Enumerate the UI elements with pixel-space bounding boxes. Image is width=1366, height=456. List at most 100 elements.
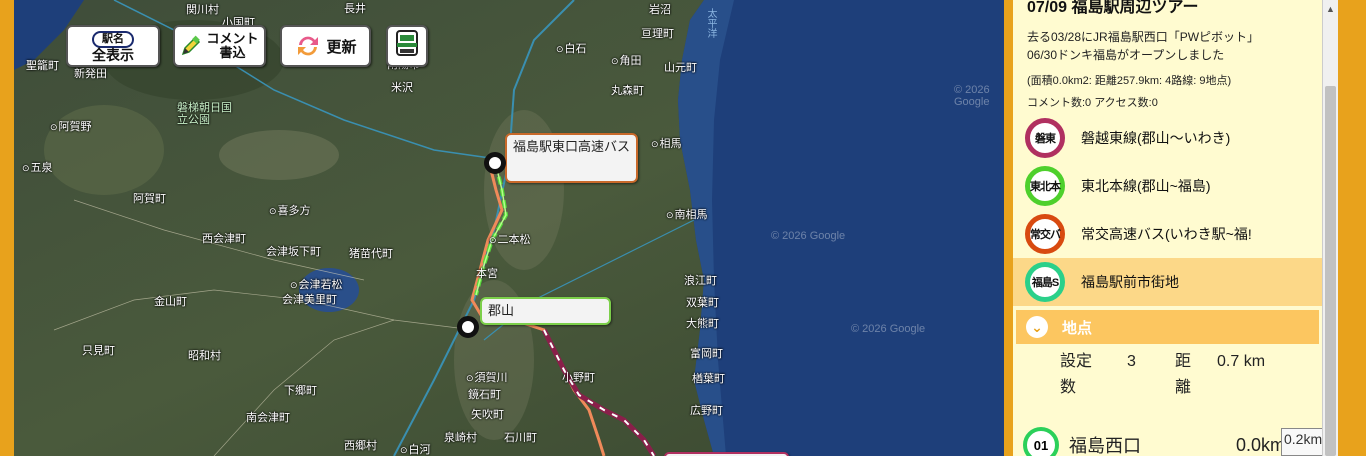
map-place-label: 金山町 xyxy=(154,296,187,308)
map-place-label: 下郷町 xyxy=(284,385,317,397)
route-name: 常交高速バス(いわき駅~福! xyxy=(1081,226,1252,242)
map-place-label: 山元町 xyxy=(664,62,697,74)
map-place-label: 浪江町 xyxy=(684,275,717,287)
map-place-label: 大熊町 xyxy=(686,318,719,330)
stop-number: 01 xyxy=(1023,427,1059,456)
map-place-label: 西会津町 xyxy=(202,233,246,245)
map-pin[interactable] xyxy=(484,152,506,174)
fukushima-east-callout[interactable]: 福島駅東口高速バス xyxy=(505,133,638,183)
desc-line: 06/30ドンキ福島がオープンしました xyxy=(1027,48,1225,62)
map-watermark: © 2026 Google xyxy=(954,84,990,108)
stop-distance: 0.0km xyxy=(1236,434,1286,455)
station-name-pill: 駅名 xyxy=(92,30,134,48)
map-sea-label: 太平洋 xyxy=(705,8,716,38)
map-place-label: 岩沼 xyxy=(649,4,671,16)
map-place-label: 昭和村 xyxy=(188,350,221,362)
map-place-label: 関川村 xyxy=(186,4,219,16)
refresh-label: 更新 xyxy=(326,38,357,56)
refresh-button[interactable]: 更新 xyxy=(280,25,371,67)
map-place-label: 阿賀野 xyxy=(50,121,92,133)
dist-label: 離 xyxy=(1175,379,1192,396)
map-watermark: © 2026 Google xyxy=(851,323,926,335)
app-frame: 関川村 小国町 長井 南陽市 米沢 白石 角田 亘理町 山元町 丸森町 相馬 南… xyxy=(0,0,1366,456)
chevron-down-icon: ⌄ xyxy=(1026,316,1048,338)
partial-callout[interactable] xyxy=(664,452,789,456)
frame-border xyxy=(1338,0,1366,456)
distance-tooltip: 0.2km xyxy=(1281,428,1327,456)
route-badge: 常交バ xyxy=(1025,214,1065,254)
points-section-label: 地点 xyxy=(1062,319,1093,337)
map-place-label: 富岡町 xyxy=(690,348,723,360)
satellite-map xyxy=(14,0,1004,456)
map-place-label: 亘理町 xyxy=(641,28,674,40)
route-name: 東北本線(郡山~福島) xyxy=(1081,178,1211,194)
route-item-selected[interactable]: 福島S 福島駅前市街地 xyxy=(1013,258,1322,306)
tour-stats: (面積0.0km2: 距離257.9km: 4路線: 9地点) コメント数:0 … xyxy=(1013,64,1322,114)
map-pin[interactable] xyxy=(457,316,479,338)
map-place-label: 阿賀町 xyxy=(133,193,166,205)
map-place-label: 相馬 xyxy=(651,138,682,150)
map-place-label: 喜多方 xyxy=(269,205,311,217)
map-place-label: 丸森町 xyxy=(611,85,644,97)
stop-name: 福島西口 xyxy=(1069,436,1141,456)
map-place-label: 只見町 xyxy=(82,345,115,357)
tour-description: 去る03/28にJR福島駅西口「PWピボット」 06/30ドンキ福島がオープンし… xyxy=(1013,22,1322,64)
map-place-label: 楢葉町 xyxy=(692,373,725,385)
map-place-label: 泉崎村 xyxy=(444,432,477,444)
write-comment-button[interactable]: コメント 書込 xyxy=(173,25,266,67)
map-place-label: 新発田 xyxy=(74,68,107,80)
route-item[interactable]: 常交バ 常交高速バス(いわき駅~福! xyxy=(1013,210,1322,258)
pencil-icon xyxy=(180,35,202,57)
show-all-button[interactable]: 駅名 全表示 xyxy=(66,25,160,67)
map-place-label: 白河 xyxy=(400,444,431,456)
info-panel: 07/09 福島駅周辺ツアー 去る03/28にJR福島駅西口「PWピボット」 0… xyxy=(1010,0,1322,456)
show-all-label: 全表示 xyxy=(92,46,134,63)
map-view[interactable]: 関川村 小国町 長井 南陽市 米沢 白石 角田 亘理町 山元町 丸森町 相馬 南… xyxy=(14,0,1004,456)
scrollbar-thumb[interactable] xyxy=(1325,86,1336,456)
panel-scrollbar[interactable]: ▲ xyxy=(1322,0,1338,456)
train-route-button[interactable] xyxy=(386,25,428,67)
train-icon xyxy=(394,29,420,64)
map-place-label: 須賀川 xyxy=(466,372,508,384)
map-place-label: 猪苗代町 xyxy=(349,248,393,260)
map-place-label: 広野町 xyxy=(690,405,723,417)
map-park-label: 磐梯朝日国立公園 xyxy=(177,102,232,126)
map-place-label: 南会津町 xyxy=(246,412,290,424)
route-badge: 福島S xyxy=(1025,262,1065,302)
map-place-label: 会津若松 xyxy=(290,279,343,291)
route-name: 福島駅前市街地 xyxy=(1081,274,1179,290)
count-label: 数 xyxy=(1060,379,1077,396)
map-place-label: 米沢 xyxy=(391,82,413,94)
point-stats: 設定 数 3 距 離 0.7 km xyxy=(1013,344,1322,406)
map-place-label: 長井 xyxy=(344,3,366,15)
points-section-header[interactable]: ⌄ 地点 xyxy=(1016,310,1319,344)
stats-line: (面積0.0km2: 距離257.9km: 4路線: 9地点) xyxy=(1027,75,1232,87)
map-place-label: 小野町 xyxy=(562,372,595,384)
map-place-label: 矢吹町 xyxy=(471,409,504,421)
map-place-label: 会津坂下町 xyxy=(266,246,321,258)
dist-label: 距 xyxy=(1175,353,1192,370)
map-place-label: 南相馬 xyxy=(666,209,708,221)
route-name: 磐越東線(郡山～いわき) xyxy=(1081,130,1231,146)
scroll-up-icon[interactable]: ▲ xyxy=(1326,4,1335,14)
count-label: 設定 xyxy=(1060,353,1093,370)
dist-value: 0.7 km xyxy=(1217,353,1266,370)
map-place-label: 角田 xyxy=(611,55,642,67)
map-place-label: 聖籠町 xyxy=(26,60,59,72)
map-place-label: 白石 xyxy=(556,43,587,55)
map-place-label: 鏡石町 xyxy=(468,389,501,401)
map-place-label: 二本松 xyxy=(489,234,531,246)
map-place-label: 五泉 xyxy=(22,162,53,174)
map-place-label: 本宮 xyxy=(476,268,498,280)
desc-line: 去る03/28にJR福島駅西口「PWピボット」 xyxy=(1027,30,1260,44)
stop-row[interactable]: 01 福島西口 0.0km xyxy=(1013,425,1322,456)
route-item[interactable]: 磐東 磐越東線(郡山～いわき) xyxy=(1013,114,1322,162)
tour-title: 07/09 福島駅周辺ツアー xyxy=(1027,0,1199,16)
stats-line: コメント数:0 アクセス数:0 xyxy=(1027,97,1158,109)
map-place-label: 双葉町 xyxy=(686,297,719,309)
koriyama-callout[interactable]: 郡山 xyxy=(480,297,611,325)
comment-label-2: 書込 xyxy=(219,45,246,60)
route-item[interactable]: 東北本 東北本線(郡山~福島) xyxy=(1013,162,1322,210)
map-place-label: 会津美里町 xyxy=(282,294,337,306)
map-place-label: 石川町 xyxy=(504,432,537,444)
